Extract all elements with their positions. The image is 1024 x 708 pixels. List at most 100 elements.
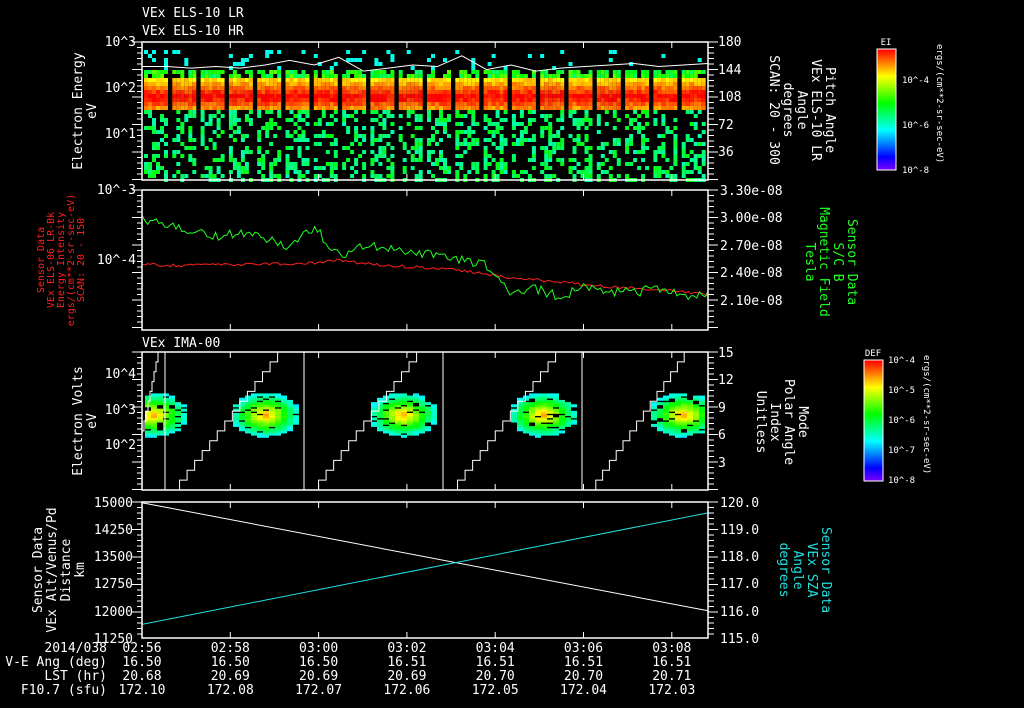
spectrogram-cell	[443, 78, 447, 82]
spectrogram-cell	[435, 142, 439, 146]
spectrogram-cell	[471, 94, 476, 98]
ima-spectrogram-cell	[547, 415, 553, 419]
spectrogram-cell	[633, 98, 638, 102]
spectrogram-cell	[499, 86, 504, 90]
ima-spectrogram-cell	[169, 395, 175, 399]
spectrogram-cell	[455, 78, 460, 82]
spectrogram-cell	[604, 74, 609, 78]
spectrogram-cell	[568, 86, 573, 90]
spectrogram-cell	[435, 102, 439, 106]
spectrogram-cell	[471, 78, 476, 82]
spectrogram-cell	[333, 102, 338, 106]
spectrogram-cell	[552, 90, 557, 94]
spectrogram-cell	[491, 90, 496, 94]
spectrogram-cell	[414, 90, 419, 94]
spectrogram-cell	[645, 86, 650, 90]
spectrogram-cell	[540, 78, 545, 82]
spectrogram-cell	[443, 126, 447, 130]
spectrogram-cell	[435, 122, 439, 126]
spectrogram-cell	[625, 90, 630, 94]
spectrogram-cell	[342, 90, 347, 94]
spectrogram-cell	[483, 118, 488, 122]
spectrogram-cell	[188, 82, 193, 86]
spectrogram-cell	[503, 162, 508, 166]
spectrogram-cell	[645, 90, 650, 94]
spectrogram-cell	[346, 94, 351, 98]
spectrogram-cell	[523, 138, 528, 142]
spectrogram-cell	[386, 142, 391, 146]
spectrogram-cell	[596, 118, 601, 122]
spectrogram-cell	[661, 118, 666, 122]
spectrogram-cell	[515, 78, 520, 82]
spectrogram-cell	[431, 98, 435, 102]
spectrogram-cell	[164, 94, 168, 98]
spectrogram-cell	[673, 90, 678, 94]
spectrogram-cell	[148, 86, 152, 90]
spectrogram-cell	[358, 86, 363, 90]
spectrogram-cell	[269, 122, 274, 126]
spectrogram-cell	[156, 98, 160, 102]
spectrogram-cell	[402, 102, 407, 106]
spectrogram-cell	[144, 82, 148, 86]
spectrogram-cell	[333, 82, 338, 86]
spectrogram-cell	[697, 90, 702, 94]
spectrogram-cell	[661, 74, 666, 78]
spectrogram-cell	[370, 150, 375, 154]
spectrogram-cell	[503, 142, 508, 146]
spectrogram-cell	[604, 106, 609, 110]
spectrogram-cell	[608, 50, 613, 54]
spectrogram-cell	[572, 158, 577, 162]
spectrogram-cell	[236, 82, 241, 86]
spectrogram-cell	[560, 142, 565, 146]
spectrogram-cell	[257, 94, 262, 98]
spectrogram-cell	[301, 94, 306, 98]
spectrogram-cell	[475, 98, 480, 102]
spectrogram-cell	[661, 94, 666, 98]
spectrogram-cell	[184, 86, 189, 90]
spectrogram-cell	[208, 174, 213, 178]
spectrogram-cell	[661, 150, 666, 154]
spectrogram-cell	[390, 130, 395, 134]
spectrogram-cell	[523, 126, 528, 130]
spectrogram-cell	[657, 82, 662, 86]
spectrogram-cell	[297, 170, 302, 174]
spectrogram-cell	[697, 94, 702, 98]
spectrogram-cell	[693, 70, 698, 74]
spectrogram-cell	[427, 170, 431, 174]
spectrogram-cell	[701, 98, 706, 102]
spectrogram-cell	[604, 82, 609, 86]
spectrogram-cell	[523, 90, 528, 94]
p1-ytick: 10^3	[105, 35, 136, 50]
spectrogram-cell	[378, 94, 383, 98]
spectrogram-cell	[616, 94, 621, 98]
spectrogram-cell	[354, 94, 359, 98]
spectrogram-cell	[184, 174, 189, 178]
ima-spectrogram-cell	[565, 417, 571, 421]
spectrogram-cell	[261, 106, 266, 110]
spectrogram-cell	[463, 150, 468, 154]
spectrogram-cell	[354, 134, 359, 138]
spectrogram-cell	[289, 146, 294, 150]
spectrogram-cell	[414, 102, 419, 106]
spectrogram-cell	[483, 86, 488, 90]
spectrogram-cell	[463, 174, 468, 178]
spectrogram-cell	[471, 82, 476, 86]
spectrogram-cell	[431, 86, 435, 90]
spectrogram-cell	[608, 78, 613, 82]
colorbar-def-label: DEF	[865, 349, 881, 359]
spectrogram-cell	[661, 114, 666, 118]
spectrogram-cell	[523, 94, 528, 98]
spectrogram-cell	[641, 126, 646, 130]
spectrogram-cell	[285, 158, 290, 162]
spectrogram-cell	[701, 130, 706, 134]
spectrogram-cell	[301, 162, 306, 166]
spectrogram-cell	[447, 134, 451, 138]
spectrogram-cell	[152, 158, 156, 162]
spectrogram-cell	[265, 82, 270, 86]
svg-text:VEx Alt/Venus/Pd: VEx Alt/Venus/Pd	[45, 507, 60, 632]
spectrogram-cell	[382, 102, 387, 106]
spectrogram-cell	[435, 82, 439, 86]
spectrogram-cell	[657, 170, 662, 174]
spectrogram-cell	[354, 138, 359, 142]
spectrogram-cell	[540, 86, 545, 90]
